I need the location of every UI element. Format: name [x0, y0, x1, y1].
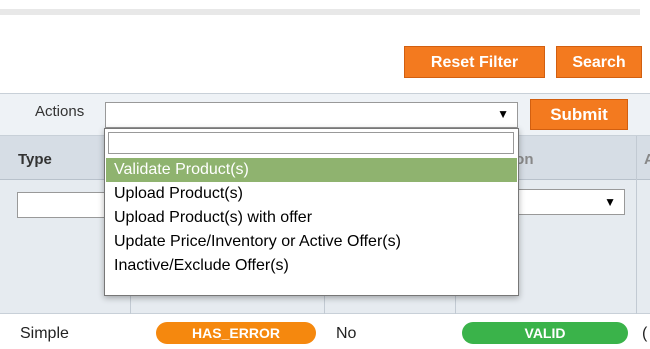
option-upload-products-with-offer[interactable]: Upload Product(s) with offer [106, 206, 517, 230]
dropdown-search-input[interactable] [108, 132, 514, 154]
dropdown-arrow-icon: ▼ [497, 107, 509, 121]
column-header-next[interactable]: A [644, 151, 650, 168]
actions-select[interactable]: ▼ [105, 102, 518, 128]
cell-extra: ( [642, 325, 648, 342]
option-upload-products[interactable]: Upload Product(s) [106, 182, 517, 206]
submit-button[interactable]: Submit [530, 99, 628, 130]
top-divider [0, 9, 640, 15]
cell-offer: No [336, 325, 357, 342]
reset-filter-button[interactable]: Reset Filter [404, 46, 545, 78]
option-validate-products[interactable]: Validate Product(s) [106, 158, 517, 182]
option-inactive-exclude-offers[interactable]: Inactive/Exclude Offer(s) [106, 254, 517, 278]
type-filter-input[interactable] [17, 192, 117, 218]
status-badge: HAS_ERROR [156, 322, 316, 344]
column-header-type[interactable]: Type [18, 151, 52, 168]
option-update-price-inventory[interactable]: Update Price/Inventory or Active Offer(s… [106, 230, 517, 254]
search-button[interactable]: Search [556, 46, 642, 78]
actions-label: Actions [35, 103, 85, 120]
cell-type: Simple [20, 325, 69, 342]
dropdown-arrow-icon: ▼ [604, 195, 616, 209]
validation-badge: VALID [462, 322, 628, 344]
